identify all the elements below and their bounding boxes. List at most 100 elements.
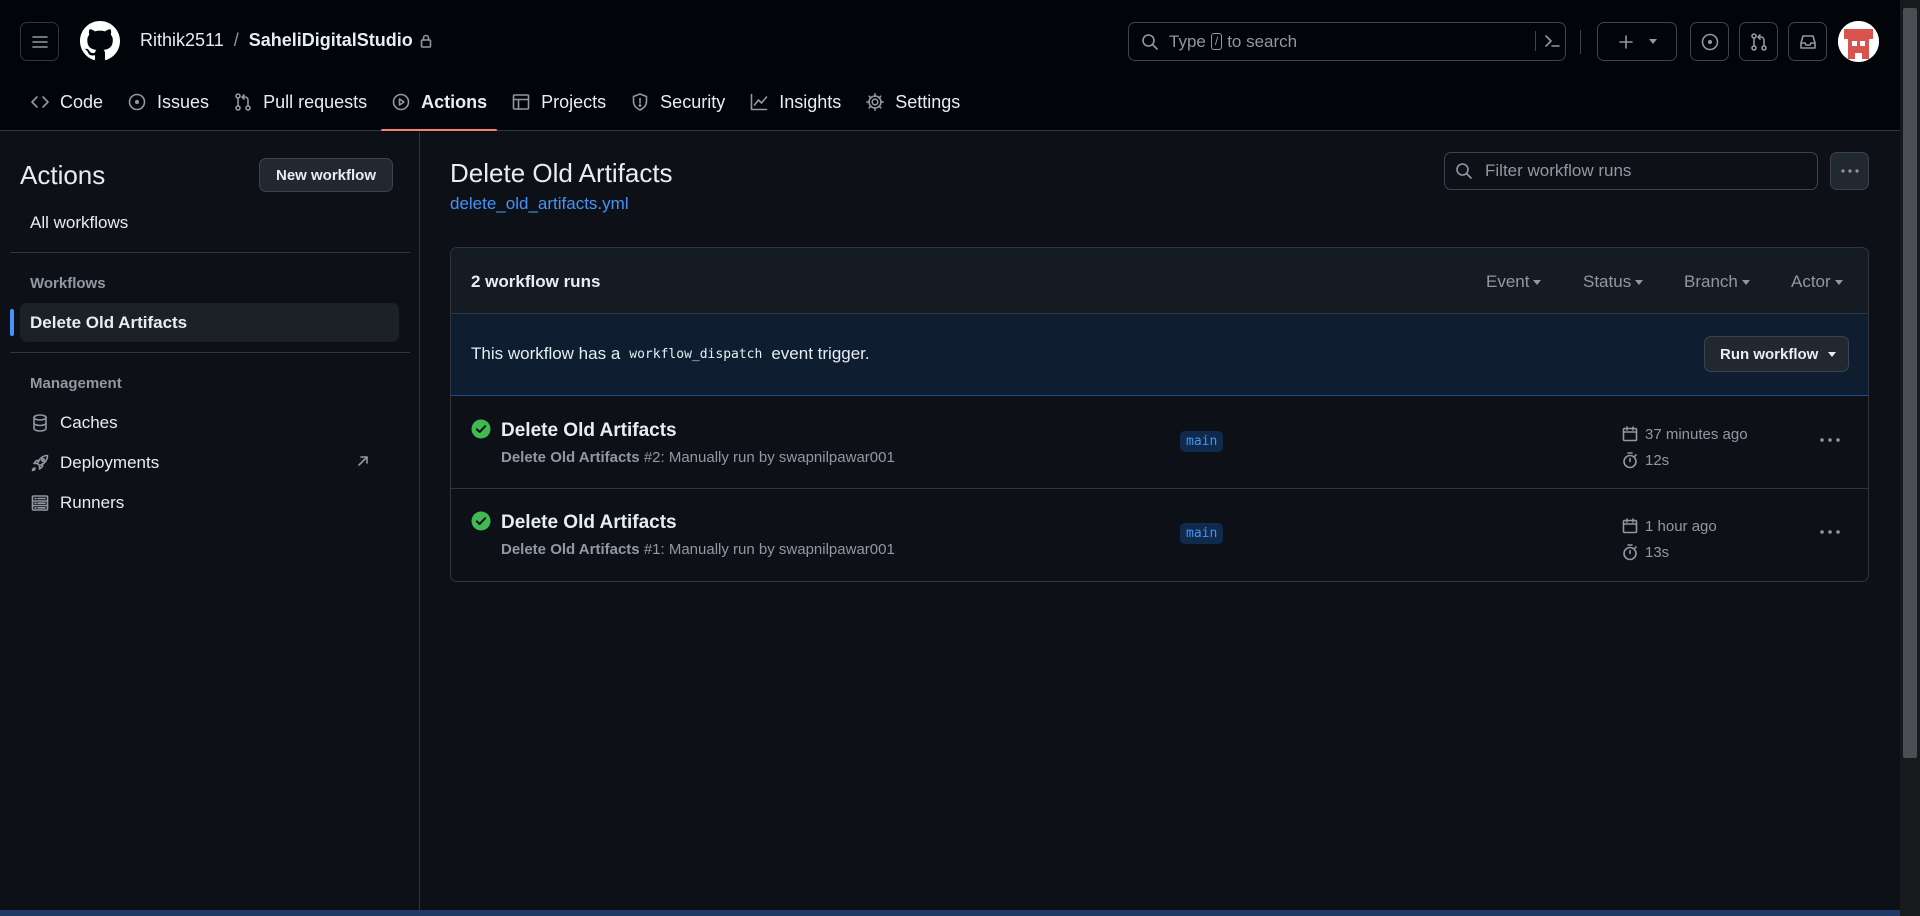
sidebar-title: Actions bbox=[20, 160, 106, 190]
dispatch-text-before: This workflow has a bbox=[471, 344, 621, 363]
kebab-horizontal-icon bbox=[1840, 168, 1860, 174]
breadcrumb-separator: / bbox=[233, 30, 239, 50]
plus-icon bbox=[1617, 33, 1635, 51]
tab-label: Projects bbox=[541, 91, 607, 112]
code-icon bbox=[30, 92, 50, 112]
run-meta: 1 hour ago 13s bbox=[1621, 513, 1717, 565]
repo-owner-link[interactable]: Rithik2511 bbox=[140, 30, 224, 51]
menu-button[interactable] bbox=[20, 22, 59, 61]
create-new-button[interactable] bbox=[1597, 22, 1677, 61]
rocket-icon bbox=[30, 453, 50, 473]
sidebar-item-delete-old-artifacts[interactable]: Delete Old Artifacts bbox=[10, 303, 399, 342]
chevron-down-icon bbox=[1635, 279, 1644, 285]
issue-opened-icon bbox=[1700, 32, 1720, 52]
run-timestamp: 37 minutes ago bbox=[1645, 425, 1748, 443]
chevron-down-icon bbox=[1533, 279, 1542, 285]
workflow-menu-button[interactable] bbox=[1830, 152, 1869, 190]
calendar-icon bbox=[1621, 517, 1639, 535]
runs-count: 2 workflow runs bbox=[471, 272, 601, 291]
run-timestamp: 1 hour ago bbox=[1645, 517, 1717, 535]
issues-button[interactable] bbox=[1690, 22, 1729, 61]
sidebar-item-label: Deployments bbox=[60, 452, 160, 472]
search-shortcut-key: / bbox=[1210, 33, 1223, 50]
run-workflow-label: Run workflow bbox=[1720, 345, 1819, 363]
dispatch-code: workflow_dispatch bbox=[629, 346, 763, 362]
dispatch-text-after: event trigger. bbox=[771, 344, 870, 363]
scrollbar-thumb[interactable] bbox=[1903, 8, 1917, 758]
run-workflow-name: Delete Old Artifacts bbox=[501, 541, 640, 558]
global-search-input[interactable]: Type / to search bbox=[1128, 22, 1566, 61]
sidebar-item-label: All workflows bbox=[30, 212, 129, 232]
branch-filter-dropdown[interactable]: Branch bbox=[1684, 272, 1750, 292]
filter-label: Actor bbox=[1791, 272, 1831, 291]
actor-filter-dropdown[interactable]: Actor bbox=[1791, 272, 1843, 292]
run-subtitle: Delete Old Artifacts #1: Manually run by… bbox=[501, 541, 895, 558]
user-avatar[interactable] bbox=[1838, 21, 1879, 62]
hamburger-icon bbox=[31, 33, 49, 51]
tab-security[interactable]: Security bbox=[618, 84, 737, 120]
sidebar-item-label: Runners bbox=[60, 492, 125, 512]
calendar-icon bbox=[1621, 425, 1639, 443]
branch-tag[interactable]: main bbox=[1180, 431, 1224, 452]
new-workflow-button[interactable]: New workflow bbox=[259, 158, 394, 192]
inbox-button[interactable] bbox=[1788, 22, 1827, 61]
sidebar-item-all-workflows[interactable]: All workflows bbox=[20, 203, 399, 242]
kebab-horizontal-icon[interactable] bbox=[1817, 522, 1843, 542]
tab-code[interactable]: Code bbox=[18, 84, 115, 120]
sidebar-divider bbox=[10, 352, 410, 353]
github-logo[interactable] bbox=[80, 21, 120, 61]
page-title: Delete Old Artifacts bbox=[450, 158, 673, 188]
run-title-link[interactable]: Delete Old Artifacts bbox=[501, 512, 677, 534]
chevron-down-icon bbox=[1649, 39, 1657, 44]
sidebar-item-runners[interactable]: Runners bbox=[20, 483, 399, 522]
dispatch-message: This workflow has a workflow_dispatch ev… bbox=[471, 344, 870, 364]
run-detail: #1: Manually run by swapnilpawar001 bbox=[643, 541, 895, 558]
stopwatch-icon bbox=[1621, 451, 1639, 469]
git-pull-request-icon bbox=[233, 92, 253, 112]
tab-pull-requests[interactable]: Pull requests bbox=[221, 84, 379, 120]
event-filter-dropdown[interactable]: Event bbox=[1486, 272, 1542, 292]
shield-icon bbox=[630, 92, 650, 112]
search-icon bbox=[1141, 33, 1159, 51]
run-workflow-name: Delete Old Artifacts bbox=[501, 449, 640, 466]
tab-projects[interactable]: Projects bbox=[499, 84, 618, 120]
status-filter-dropdown[interactable]: Status bbox=[1583, 272, 1644, 292]
run-detail: #2: Manually run by swapnilpawar001 bbox=[643, 449, 895, 466]
branch-tag[interactable]: main bbox=[1180, 523, 1224, 544]
graph-icon bbox=[749, 92, 769, 112]
run-meta: 37 minutes ago 12s bbox=[1621, 421, 1748, 473]
repo-name-link[interactable]: SaheliDigitalStudio bbox=[249, 30, 413, 51]
workflow-run-row[interactable]: Delete Old Artifacts Delete Old Artifact… bbox=[451, 489, 1868, 581]
kebab-horizontal-icon[interactable] bbox=[1817, 430, 1843, 450]
workflows-heading: Workflows bbox=[30, 275, 106, 292]
tab-label: Pull requests bbox=[263, 91, 368, 112]
tab-settings[interactable]: Settings bbox=[853, 84, 972, 120]
tab-label: Security bbox=[660, 91, 726, 112]
search-icon bbox=[1455, 162, 1473, 180]
workflow-run-row[interactable]: Delete Old Artifacts Delete Old Artifact… bbox=[451, 397, 1868, 489]
command-palette-icon[interactable] bbox=[1535, 31, 1560, 51]
tab-label: Insights bbox=[779, 91, 842, 112]
tab-label: Actions bbox=[421, 91, 488, 112]
chevron-down-icon bbox=[1828, 351, 1837, 357]
actions-sidebar: Actions New workflow All workflows Workf… bbox=[0, 132, 420, 912]
tab-insights[interactable]: Insights bbox=[737, 84, 853, 120]
tab-issues[interactable]: Issues bbox=[115, 84, 221, 120]
check-circle-fill-icon bbox=[471, 419, 491, 439]
sidebar-divider bbox=[10, 252, 410, 253]
check-circle-fill-icon bbox=[471, 511, 491, 531]
search-placeholder-prefix: Type bbox=[1169, 31, 1206, 51]
run-title-link[interactable]: Delete Old Artifacts bbox=[501, 420, 677, 442]
sidebar-item-caches[interactable]: Caches bbox=[20, 403, 399, 442]
filter-workflow-runs-input[interactable]: Filter workflow runs bbox=[1444, 152, 1818, 190]
sidebar-item-label: Caches bbox=[60, 412, 118, 432]
run-workflow-button[interactable]: Run workflow bbox=[1704, 336, 1850, 372]
workflow-file-link[interactable]: delete_old_artifacts.yml bbox=[450, 194, 629, 214]
tab-actions[interactable]: Actions bbox=[379, 84, 499, 131]
sidebar-item-deployments[interactable]: Deployments bbox=[20, 443, 399, 482]
lock-icon bbox=[419, 33, 433, 49]
pull-requests-button[interactable] bbox=[1739, 22, 1778, 61]
gear-icon bbox=[865, 92, 885, 112]
search-placeholder-suffix: to search bbox=[1227, 31, 1298, 51]
filter-label: Branch bbox=[1684, 272, 1738, 291]
